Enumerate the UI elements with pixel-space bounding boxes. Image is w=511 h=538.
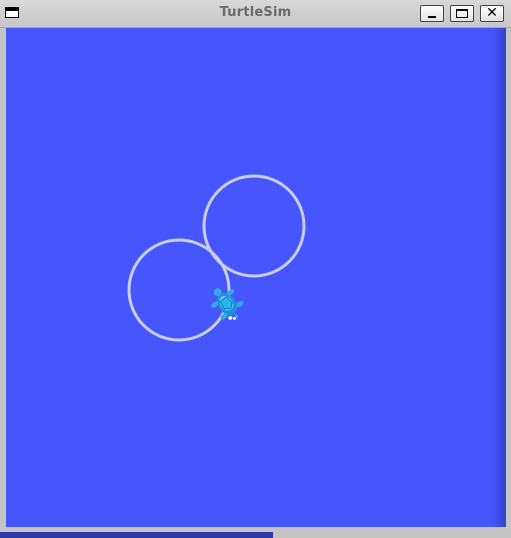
status-bar bbox=[0, 528, 511, 538]
maximize-icon bbox=[456, 9, 468, 18]
turtlesim-window: TurtleSim ✕ bbox=[0, 0, 511, 538]
pen-trail-circle bbox=[202, 174, 306, 278]
close-icon: ✕ bbox=[486, 5, 498, 21]
turtle-canvas bbox=[6, 28, 506, 527]
canvas-edge-shade bbox=[492, 28, 506, 527]
minimize-button[interactable] bbox=[420, 5, 444, 22]
close-button[interactable]: ✕ bbox=[480, 5, 504, 22]
minimize-icon bbox=[428, 16, 436, 18]
status-progress-bar bbox=[0, 532, 274, 538]
title-bar[interactable]: TurtleSim ✕ bbox=[0, 0, 511, 28]
drawing-layer bbox=[127, 174, 306, 342]
maximize-button[interactable] bbox=[450, 5, 474, 22]
turtle-icon bbox=[211, 288, 244, 320]
